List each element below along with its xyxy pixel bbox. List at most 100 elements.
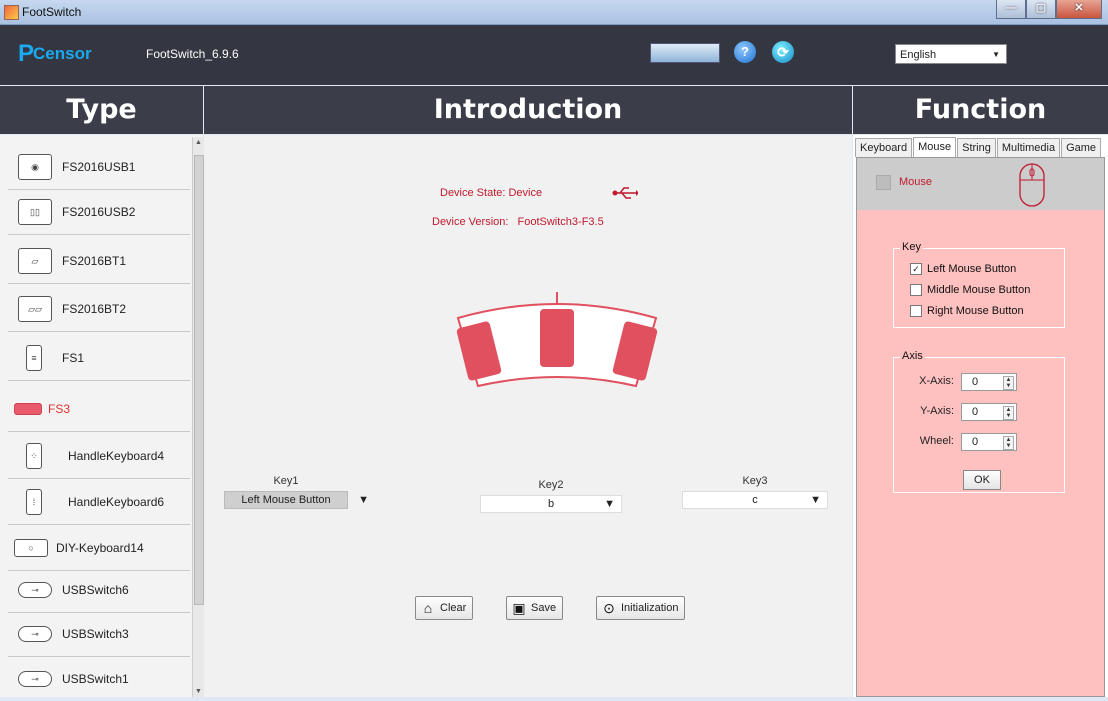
key3-select[interactable]: c ▼	[682, 491, 828, 509]
diy-keyboard-icon: ○	[14, 539, 48, 557]
y-axis-value: 0	[972, 406, 979, 418]
x-axis-spinbox[interactable]: 0 ▲ ▼	[961, 373, 1017, 391]
key3-value: c	[752, 494, 758, 506]
left-mouse-button-option[interactable]: ✓ Left Mouse Button	[910, 263, 1016, 275]
initialization-button[interactable]: ⊙ Initialization	[596, 596, 686, 620]
type-item-label: DIY-Keyboard14	[56, 541, 144, 555]
type-item-label: FS1	[62, 351, 85, 365]
chevron-down-icon: ▼	[992, 50, 1000, 59]
type-list-panel: ◉ FS2016USB1 ▯▯ FS2016USB2 ▱ FS2016BT1 ▱…	[0, 135, 203, 697]
bt-pedal-icon: ▱	[18, 248, 52, 274]
wheel-value: 0	[972, 436, 979, 448]
spin-arrows-icon[interactable]: ▲ ▼	[1003, 406, 1014, 420]
y-axis-label: Y-Axis:	[920, 405, 954, 417]
middle-mouse-button-option[interactable]: Middle Mouse Button	[910, 284, 1030, 296]
keyboard-icon[interactable]	[650, 43, 720, 63]
maximize-button[interactable]: ▢	[1026, 0, 1056, 19]
usb-switch-icon: ⊸	[18, 582, 52, 598]
type-item-fs2016usb2[interactable]: ▯▯ FS2016USB2	[8, 190, 190, 235]
wheel-row: Wheel: 0 ▲ ▼	[894, 433, 1064, 451]
logo-text: Censor	[33, 44, 92, 63]
language-value: English	[900, 49, 937, 61]
pcsensor-logo: P Censor	[18, 40, 92, 67]
eraser-icon: ⌂	[423, 600, 433, 616]
device-state-value: Device	[508, 187, 543, 199]
function-tabs: Keyboard Mouse String Multimedia Game	[855, 137, 1102, 157]
left-mouse-button-label: Left Mouse Button	[927, 263, 1017, 275]
app-header: P Censor FootSwitch_6.9.6 ? ⟳ English ▼	[0, 25, 1108, 85]
function-heading: Function	[853, 86, 1108, 134]
device-version: Device Version: FootSwitch3-F3.5	[432, 216, 604, 228]
window-titlebar: FootSwitch — ▢ ✕	[0, 0, 1108, 25]
type-item-label: FS2016USB1	[62, 160, 136, 174]
language-select[interactable]: English ▼	[895, 44, 1007, 64]
clear-button[interactable]: ⌂ Clear	[415, 596, 474, 620]
y-axis-spinbox[interactable]: 0 ▲ ▼	[961, 403, 1017, 421]
tab-string[interactable]: String	[957, 138, 996, 157]
double-bt-pedal-icon: ▱▱	[18, 296, 52, 322]
minimize-button[interactable]: —	[996, 0, 1026, 19]
type-item-label: FS2016USB2	[62, 205, 136, 219]
tab-multimedia[interactable]: Multimedia	[996, 138, 1061, 157]
right-mouse-button-option[interactable]: Right Mouse Button	[910, 305, 1024, 317]
type-item-handlekeyboard6[interactable]: ⁞ HandleKeyboard6	[8, 480, 190, 525]
x-axis-value: 0	[972, 376, 979, 388]
device-version-value: FootSwitch3-F3.5	[517, 216, 604, 228]
window-title: FootSwitch	[22, 5, 82, 19]
tab-game[interactable]: Game	[1061, 138, 1102, 157]
key2-value: b	[547, 498, 555, 510]
key1-group: Key1 Left Mouse Button ▼	[224, 475, 369, 509]
type-item-handlekeyboard4[interactable]: ⁘ HandleKeyboard4	[8, 434, 190, 479]
type-item-label: FS2016BT1	[62, 254, 127, 268]
x-axis-label: X-Axis:	[919, 375, 954, 387]
type-item-fs2016bt2[interactable]: ▱▱ FS2016BT2	[8, 287, 190, 332]
ok-button[interactable]: OK	[963, 470, 1001, 490]
save-label: Save	[531, 602, 557, 614]
middle-pedal[interactable]	[540, 309, 574, 367]
triple-pedal-icon	[14, 403, 42, 415]
type-item-usbswitch3[interactable]: ⊸ USBSwitch3	[8, 612, 190, 657]
clear-label: Clear	[440, 602, 467, 614]
middle-mouse-button-label: Middle Mouse Button	[927, 284, 1031, 296]
wheel-spinbox[interactable]: 0 ▲ ▼	[961, 433, 1017, 451]
refresh-icon[interactable]: ⟳	[772, 41, 794, 63]
usb-switch-icon: ⊸	[18, 671, 52, 687]
type-item-fs2016bt1[interactable]: ▱ FS2016BT1	[8, 239, 190, 284]
type-item-fs1[interactable]: ≡ FS1	[8, 336, 190, 381]
type-item-fs2016usb1[interactable]: ◉ FS2016USB1	[8, 145, 190, 190]
tab-mouse[interactable]: Mouse	[913, 137, 957, 157]
key2-group: Key2 b ▼	[480, 479, 622, 513]
right-mouse-button-label: Right Mouse Button	[927, 305, 1024, 317]
tab-keyboard[interactable]: Keyboard	[855, 138, 913, 157]
save-button[interactable]: ▣ Save	[506, 596, 564, 620]
key2-label: Key2	[538, 479, 564, 491]
help-icon[interactable]: ?	[734, 41, 756, 63]
footswitch-fs3-illustration	[456, 292, 658, 388]
mouse-enable-checkbox[interactable]	[876, 175, 891, 190]
type-item-diy-keyboard14[interactable]: ○ DIY-Keyboard14	[8, 526, 190, 571]
key1-select[interactable]: Left Mouse Button ▼	[224, 491, 369, 509]
type-item-label: HandleKeyboard4	[68, 449, 165, 463]
y-axis-row: Y-Axis: 0 ▲ ▼	[894, 403, 1064, 421]
key3-group: Key3 c ▼	[682, 475, 828, 509]
scroll-up-icon[interactable]: ▲	[195, 139, 202, 146]
axis-group-title: Axis	[900, 350, 925, 362]
checkbox-icon	[910, 284, 922, 296]
type-item-usbswitch6[interactable]: ⊸ USBSwitch6	[8, 568, 190, 613]
spin-arrows-icon[interactable]: ▲ ▼	[1003, 376, 1014, 390]
app-version: FootSwitch_6.9.6	[146, 47, 239, 61]
key2-select[interactable]: b ▼	[480, 495, 622, 513]
type-item-usbswitch1[interactable]: ⊸ USBSwitch1	[8, 657, 190, 701]
scroll-down-icon[interactable]: ▼	[195, 688, 202, 695]
key3-label: Key3	[742, 475, 768, 487]
handle-keyboard-icon: ⁘	[26, 443, 42, 469]
scrollbar-thumb[interactable]	[194, 155, 204, 605]
type-item-label: FS3	[48, 402, 71, 416]
key-group: Key ✓ Left Mouse Button Middle Mouse But…	[893, 241, 1065, 328]
type-item-label: USBSwitch3	[62, 627, 129, 641]
spin-arrows-icon[interactable]: ▲ ▼	[1003, 436, 1014, 450]
close-button[interactable]: ✕	[1056, 0, 1102, 19]
type-item-fs3[interactable]: FS3	[8, 387, 190, 432]
mouse-icon	[1019, 163, 1045, 207]
mouse-header-strip	[857, 158, 1104, 210]
